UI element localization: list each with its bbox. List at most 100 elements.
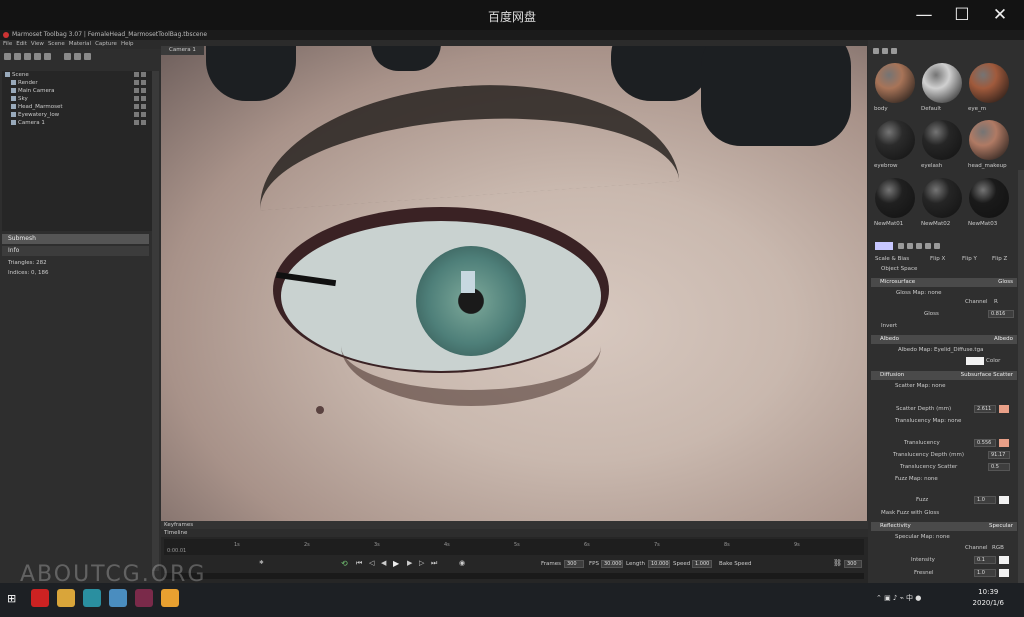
skip-end-icon[interactable]: ⏭ [431, 559, 437, 568]
menu-material[interactable]: Material [69, 40, 91, 49]
material-color-swatch[interactable] [875, 242, 893, 250]
timeline-header[interactable]: Timeline [161, 529, 868, 537]
left-scrollbar[interactable] [152, 71, 159, 571]
specular-color-swatch[interactable] [999, 556, 1009, 564]
diffusion-section[interactable]: Diffusion Subsurface Scatter [871, 371, 1017, 380]
translucency-depth-field[interactable]: 91.17 [988, 451, 1010, 459]
submesh-header[interactable]: Submesh [2, 234, 149, 244]
viewport-camera-tab[interactable]: Camera 1 [161, 46, 204, 55]
step-back-icon[interactable]: ◀ [381, 559, 386, 567]
mesh-icon[interactable] [44, 52, 51, 60]
info-header[interactable]: Info [2, 246, 149, 256]
fps-field[interactable]: 30.000 [601, 560, 623, 568]
translucency-field[interactable]: 0.556 [974, 439, 996, 447]
material-slot[interactable]: NewMat01 [871, 174, 916, 227]
translucency-map-label[interactable]: Translucency Map: none [895, 418, 961, 425]
windows-start-icon[interactable]: ⊞ [7, 592, 16, 605]
camera-icon[interactable] [24, 52, 31, 60]
menu-help[interactable]: Help [121, 40, 134, 49]
app-icon[interactable] [109, 589, 127, 607]
material-slot[interactable]: Default [918, 59, 963, 112]
light-icon[interactable] [14, 52, 21, 60]
fuzz-field[interactable]: 1.0 [974, 496, 996, 504]
tree-item-scene[interactable]: Scene [2, 71, 152, 79]
fresnel-field[interactable]: 1.0 [974, 569, 996, 577]
close-button[interactable]: ✕ [982, 2, 1018, 28]
folder-icon[interactable] [64, 52, 71, 60]
flip-y-checkbox[interactable]: Flip Y [962, 256, 977, 263]
tree-item-camera-1[interactable]: Camera 1 [2, 119, 152, 127]
mask-fuzz-checkbox[interactable]: Mask Fuzz with Gloss [881, 510, 939, 517]
baidu-taskbar-icon[interactable] [161, 589, 179, 607]
visibility-icons[interactable] [134, 72, 148, 77]
translucency-scatter-field[interactable]: 0.5 [988, 463, 1010, 471]
toolbag-taskbar-icon[interactable] [135, 589, 153, 607]
visibility-icons[interactable] [134, 96, 148, 101]
maximize-button[interactable]: ☐ [944, 2, 980, 28]
search-icon[interactable] [907, 243, 913, 249]
play-icon[interactable]: ▶ [393, 559, 399, 568]
loop-icon[interactable]: ⟲ [341, 559, 348, 568]
fuzz-map-label[interactable]: Fuzz Map: none [895, 476, 938, 483]
app-icon[interactable] [83, 589, 101, 607]
file-explorer-icon[interactable] [57, 589, 75, 607]
menu-view[interactable]: View [31, 40, 44, 49]
opera-icon[interactable] [31, 589, 49, 607]
material-slot[interactable]: eye_m [965, 59, 1010, 112]
fuzz-color-swatch[interactable] [999, 496, 1009, 504]
menu-scene[interactable]: Scene [48, 40, 65, 49]
albedo-color-swatch[interactable] [966, 357, 984, 365]
visibility-icons[interactable] [134, 88, 148, 93]
next-frame-icon[interactable]: ▷ [419, 559, 424, 567]
menu-edit[interactable]: Edit [16, 40, 27, 49]
timeline-ruler[interactable]: 0:00.01 1s 2s 3s 4s 5s 6s 7s 8s 9s [164, 539, 864, 555]
key-icon[interactable]: ✱ [259, 560, 264, 566]
visibility-icons[interactable] [134, 112, 148, 117]
flip-z-checkbox[interactable]: Flip Z [992, 256, 1007, 263]
visibility-icons[interactable] [134, 80, 148, 85]
scatter-depth-field[interactable]: 2.611 [974, 405, 996, 413]
refresh-icon[interactable] [925, 243, 931, 249]
scatter-map-label[interactable]: Scatter Map: none [895, 383, 946, 390]
tree-item-main-camera[interactable]: Main Camera [2, 87, 152, 95]
reflectivity-section[interactable]: Reflectivity Specular [871, 522, 1017, 531]
albedo-section[interactable]: Albedo Albedo [871, 335, 1017, 344]
translucency-color-swatch[interactable] [999, 439, 1009, 447]
tree-item-eyewatery[interactable]: Eyewatery_low [2, 111, 152, 119]
gear-icon[interactable] [898, 243, 904, 249]
minimize-button[interactable]: — [906, 2, 942, 28]
frames-field[interactable]: 300 [564, 560, 584, 568]
link-icon[interactable]: ⛓ [833, 559, 842, 567]
delete-icon[interactable] [84, 52, 91, 60]
keyframes-header[interactable]: Keyframes [161, 521, 868, 529]
add-material-icon[interactable] [873, 48, 879, 54]
delete-icon[interactable] [891, 48, 897, 54]
material-slot-selected[interactable]: NewMat03 [965, 174, 1010, 227]
intensity-field[interactable]: 0.1 [974, 556, 996, 564]
end-frame-field[interactable]: 300 [844, 560, 862, 568]
invert-checkbox[interactable]: Invert [881, 323, 897, 330]
visibility-icons[interactable] [134, 120, 148, 125]
right-scrollbar[interactable] [1018, 170, 1024, 583]
scatter-color-swatch[interactable] [999, 405, 1009, 413]
step-forward-icon[interactable]: ▶ [407, 559, 412, 567]
flip-x-checkbox[interactable]: Flip X [930, 256, 945, 263]
material-slot[interactable]: NewMat02 [918, 174, 963, 227]
tree-item-sky[interactable]: Sky [2, 95, 152, 103]
gloss-map-label[interactable]: Gloss Map: none [896, 290, 942, 297]
tray-icons[interactable]: ⌃ ▣ ♪ ⌁ 中 ● [876, 593, 921, 603]
timeline-scrollbar[interactable] [164, 573, 864, 579]
skip-start-icon[interactable]: ⏮ [356, 559, 362, 568]
bake-speed-button[interactable]: Bake Speed [719, 561, 752, 567]
material-slot[interactable]: body [871, 59, 916, 112]
scale-bias-checkbox[interactable]: Scale & Bias [875, 256, 909, 263]
specular-map-label[interactable]: Specular Map: none [895, 534, 950, 541]
menu-capture[interactable]: Capture [95, 40, 117, 49]
gloss-field[interactable]: 0.816 [988, 310, 1014, 318]
record-icon[interactable]: ◉ [459, 559, 465, 567]
object-space-checkbox[interactable]: Object Space [881, 266, 917, 273]
3d-viewport[interactable]: Camera 1 [161, 46, 867, 551]
material-slot[interactable]: eyebrow [871, 116, 916, 169]
visibility-icons[interactable] [134, 104, 148, 109]
sky-icon[interactable] [34, 52, 41, 60]
